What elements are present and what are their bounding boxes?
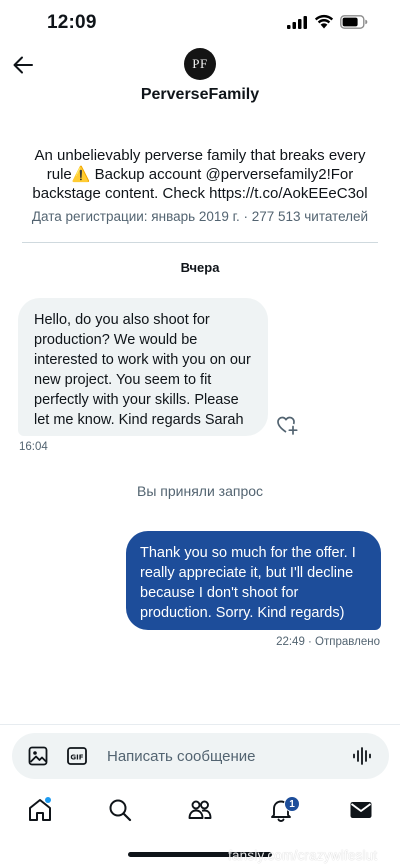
outgoing-message-bubble[interactable]: Thank you so much for the offer. I reall…: [126, 531, 381, 630]
gif-icon[interactable]: GIF: [67, 747, 87, 765]
profile-bio: An unbelievably perverse family that bre…: [32, 147, 368, 202]
request-accepted-notice: Вы приняли запрос: [136, 483, 264, 499]
wifi-icon: [314, 14, 334, 29]
incoming-message-text: Hello, do you also shoot for production?…: [34, 312, 251, 428]
search-icon[interactable]: [107, 797, 133, 823]
avatar-initials: PF: [192, 56, 208, 71]
home-unread-dot: [45, 797, 51, 803]
image-icon[interactable]: [28, 746, 48, 766]
display-name[interactable]: PerverseFamily: [0, 86, 400, 104]
back-arrow-icon[interactable]: [12, 54, 34, 76]
incoming-message-bubble[interactable]: Hello, do you also shoot for production?…: [18, 298, 268, 436]
status-bar: 12:09: [0, 0, 400, 46]
battery-icon: [340, 15, 368, 29]
svg-text:GIF: GIF: [70, 754, 83, 762]
messages-envelope-icon[interactable]: [348, 797, 374, 823]
profile-meta: Дата регистрации: январь 2019 г. · 277 5…: [31, 209, 369, 224]
composer-divider: [0, 724, 400, 725]
outgoing-message-text: Thank you so much for the offer. I reall…: [140, 545, 356, 621]
divider: [22, 242, 378, 243]
incoming-message-time: 16:04: [19, 441, 48, 453]
message-input[interactable]: [107, 741, 337, 771]
status-time: 12:09: [47, 12, 97, 33]
communities-icon[interactable]: [187, 797, 213, 823]
outgoing-message-status: 22:49 · Отправлено: [276, 636, 380, 648]
avatar[interactable]: PF: [184, 48, 216, 80]
watermark: fansly.com/crazywifeslut: [228, 848, 378, 863]
date-separator: Вчера: [180, 260, 220, 275]
notifications-badge: 1: [284, 796, 300, 812]
voice-message-icon[interactable]: [352, 746, 372, 766]
add-reaction-heart-icon[interactable]: [276, 414, 298, 436]
cellular-signal-icon: [287, 16, 307, 29]
message-composer: GIF: [12, 733, 389, 779]
